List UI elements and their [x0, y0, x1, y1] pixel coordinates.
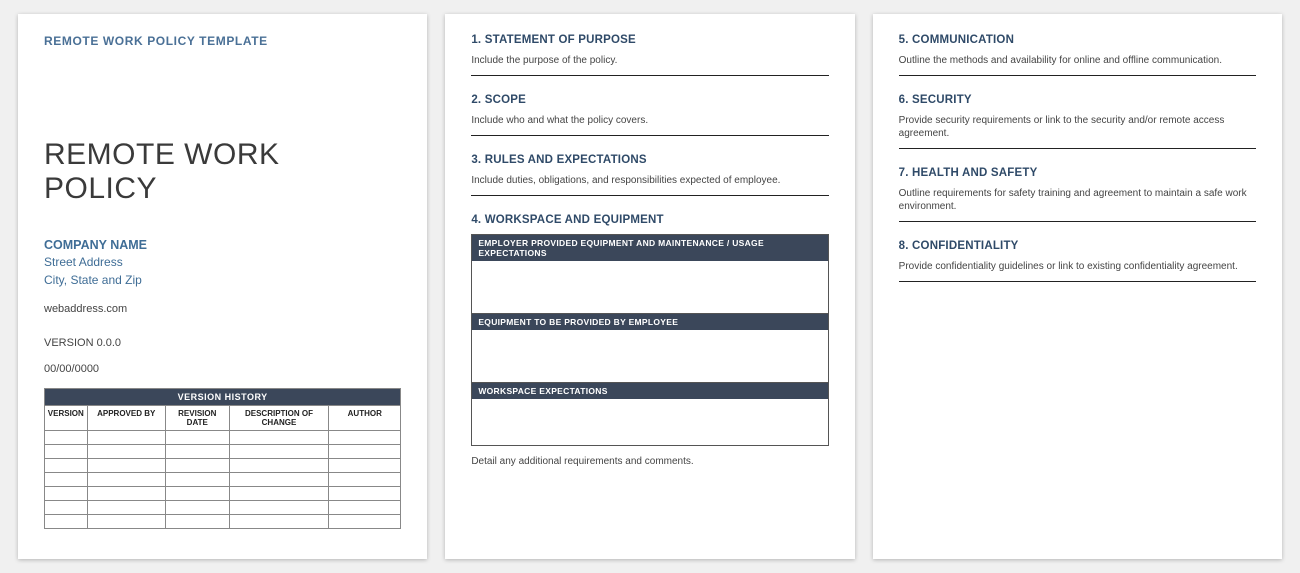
section-workspace-equipment: 4. WORKSPACE AND EQUIPMENT EMPLOYER PROV…: [471, 214, 828, 467]
subsection-body: [472, 261, 827, 313]
section-heading: 7. HEALTH AND SAFETY: [899, 167, 1256, 179]
section-rule: [899, 221, 1256, 222]
version-line: VERSION 0.0.0: [44, 337, 401, 349]
section-detail-note: Detail any additional requirements and c…: [471, 456, 828, 467]
subsection-bar: WORKSPACE EXPECTATIONS: [472, 383, 827, 399]
document-preview-stage: REMOTE WORK POLICY TEMPLATE REMOTE WORK …: [0, 0, 1300, 573]
section-body: Provide security requirements or link to…: [899, 114, 1256, 140]
table-row: [45, 486, 400, 500]
version-history-table: VERSION HISTORY VERSION APPROVED BY REVI…: [44, 388, 401, 529]
section-rule: [471, 195, 828, 196]
subsection-workspace-expectations: WORKSPACE EXPECTATIONS: [471, 383, 828, 446]
company-city-state-zip: City, State and Zip: [44, 272, 401, 289]
section-body: Include the purpose of the policy.: [471, 54, 828, 67]
col-revision-date: REVISION DATE: [166, 406, 230, 430]
document-page-2: 1. STATEMENT OF PURPOSE Include the purp…: [445, 14, 854, 559]
subsection-bar: EQUIPMENT TO BE PROVIDED BY EMPLOYEE: [472, 314, 827, 330]
section-body: Include duties, obligations, and respons…: [471, 174, 828, 187]
document-page-1: REMOTE WORK POLICY TEMPLATE REMOTE WORK …: [18, 14, 427, 559]
section-statement-of-purpose: 1. STATEMENT OF PURPOSE Include the purp…: [471, 34, 828, 76]
section-heading: 6. SECURITY: [899, 94, 1256, 106]
table-row: [45, 430, 400, 444]
section-health-safety: 7. HEALTH AND SAFETY Outline requirement…: [899, 167, 1256, 222]
subsection-bar: EMPLOYER PROVIDED EQUIPMENT AND MAINTENA…: [472, 235, 827, 261]
section-heading: 2. SCOPE: [471, 94, 828, 106]
col-author: AUTHOR: [329, 406, 400, 430]
section-rule: [899, 148, 1256, 149]
template-label: REMOTE WORK POLICY TEMPLATE: [44, 34, 401, 48]
section-rule: [899, 75, 1256, 76]
company-web-address: webaddress.com: [44, 303, 401, 315]
col-approved: APPROVED BY: [88, 406, 166, 430]
section-heading: 5. COMMUNICATION: [899, 34, 1256, 46]
section-body: Include who and what the policy covers.: [471, 114, 828, 127]
section-confidentiality: 8. CONFIDENTIALITY Provide confidentiali…: [899, 240, 1256, 282]
section-heading: 3. RULES AND EXPECTATIONS: [471, 154, 828, 166]
section-body: Provide confidentiality guidelines or li…: [899, 260, 1256, 273]
section-scope: 2. SCOPE Include who and what the policy…: [471, 94, 828, 136]
section-rule: [899, 281, 1256, 282]
section-communication: 5. COMMUNICATION Outline the methods and…: [899, 34, 1256, 76]
date-line: 00/00/0000: [44, 363, 401, 375]
company-street: Street Address: [44, 254, 401, 271]
section-rule: [471, 75, 828, 76]
subsection-employer-equipment: EMPLOYER PROVIDED EQUIPMENT AND MAINTENA…: [471, 234, 828, 314]
table-row: [45, 472, 400, 486]
company-address-block: COMPANY NAME Street Address City, State …: [44, 236, 401, 289]
subsection-body: [472, 330, 827, 382]
company-name: COMPANY NAME: [44, 236, 401, 254]
section-body: Outline the methods and availability for…: [899, 54, 1256, 67]
col-description: DESCRIPTION OF CHANGE: [230, 406, 329, 430]
section-security: 6. SECURITY Provide security requirement…: [899, 94, 1256, 149]
version-history-header-row: VERSION APPROVED BY REVISION DATE DESCRI…: [45, 405, 400, 430]
section-body: Outline requirements for safety training…: [899, 187, 1256, 213]
table-row: [45, 458, 400, 472]
section-heading: 4. WORKSPACE AND EQUIPMENT: [471, 214, 828, 226]
section-heading: 1. STATEMENT OF PURPOSE: [471, 34, 828, 46]
subsection-body: [472, 399, 827, 445]
col-version: VERSION: [45, 406, 88, 430]
section-heading: 8. CONFIDENTIALITY: [899, 240, 1256, 252]
section-rules-expectations: 3. RULES AND EXPECTATIONS Include duties…: [471, 154, 828, 196]
version-history-title: VERSION HISTORY: [45, 389, 400, 405]
section-rule: [471, 135, 828, 136]
document-title: REMOTE WORK POLICY: [44, 138, 401, 206]
document-page-3: 5. COMMUNICATION Outline the methods and…: [873, 14, 1282, 559]
table-row: [45, 500, 400, 514]
table-row: [45, 444, 400, 458]
table-row: [45, 514, 400, 528]
subsection-employee-equipment: EQUIPMENT TO BE PROVIDED BY EMPLOYEE: [471, 314, 828, 383]
